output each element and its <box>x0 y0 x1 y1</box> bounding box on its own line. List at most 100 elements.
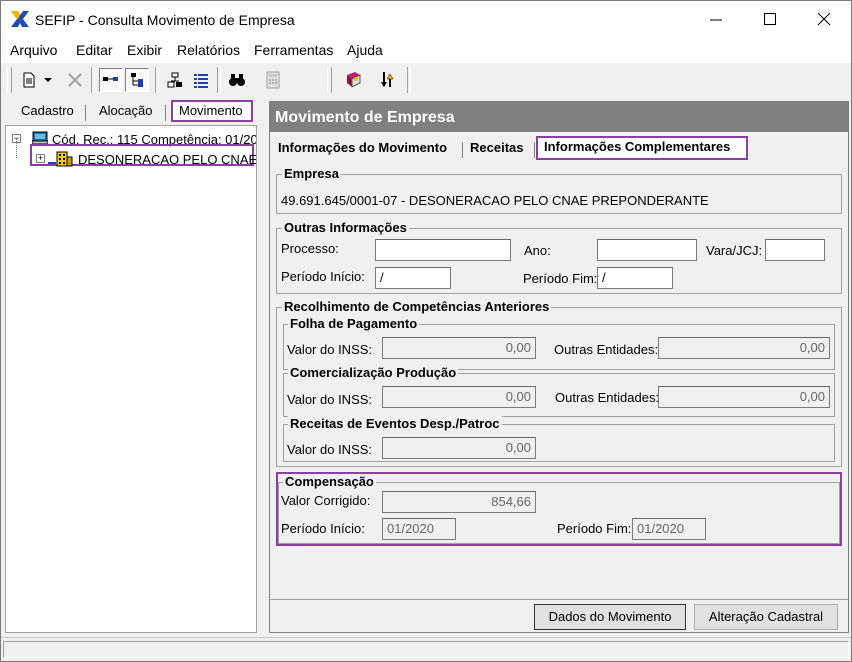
calculator-button[interactable] <box>261 68 285 92</box>
compensacao-group: Compensação Valor Corrigido: 854,66 Perí… <box>278 474 840 544</box>
book-icon <box>347 72 361 88</box>
outras-group-title: Outras Informações <box>282 220 409 235</box>
menu-relatorios[interactable]: Relatórios <box>177 42 240 58</box>
tree-node-label: DESONERACAO PELO CNAE <box>78 152 257 167</box>
tab-receitas[interactable]: Receitas <box>470 140 523 155</box>
new-dropdown-button[interactable] <box>41 68 55 92</box>
compensacao-inicio-field[interactable]: 01/2020 <box>382 518 456 540</box>
toolbar-separator <box>91 67 95 93</box>
menu-exibir[interactable]: Exibir <box>127 42 162 58</box>
dropdown-arrow-icon <box>44 78 52 82</box>
status-panel <box>3 641 849 658</box>
toolbar-separator <box>217 67 221 93</box>
tree-expand-icon <box>131 73 143 87</box>
book-button[interactable] <box>341 68 365 92</box>
folha-outras-field[interactable]: 0,00 <box>658 337 830 359</box>
menu-ferramentas[interactable]: Ferramentas <box>254 42 333 58</box>
sefip-logo-icon <box>10 10 30 31</box>
tree-line <box>16 138 18 158</box>
dados-movimento-button[interactable]: Dados do Movimento <box>534 604 686 630</box>
comercializacao-group-title: Comercialização Produção <box>288 365 459 380</box>
title-bar: SEFIP - Consulta Movimento de Empresa <box>1 1 851 37</box>
periodo-inicio-field[interactable]: / <box>375 267 451 289</box>
valor-corrigido-label: Valor Corrigido: <box>281 493 371 508</box>
import-export-button[interactable] <box>375 68 399 92</box>
close-icon <box>817 12 831 26</box>
menu-bar: Arquivo Editar Exibir Relatórios Ferrame… <box>1 37 851 63</box>
tab-informacoes-complementares[interactable]: Informações Complementares <box>544 139 730 154</box>
maximize-button[interactable] <box>747 1 793 37</box>
folha-outras-label: Outras Entidades: <box>554 342 659 357</box>
empresa-group-title: Empresa <box>282 166 341 181</box>
toolbar-grip <box>7 67 12 93</box>
status-bar <box>1 637 851 661</box>
receitas-eventos-inss-field[interactable]: 0,00 <box>382 437 536 459</box>
receitas-eventos-group-title: Receitas de Eventos Desp./Patroc <box>288 416 502 431</box>
tree-view-icon <box>103 77 118 81</box>
panel-tabs: Informações do Movimento Receitas Inform… <box>270 132 848 160</box>
empresa-value: 49.691.645/0001-07 - DESONERACAO PELO CN… <box>281 193 709 208</box>
close-button[interactable] <box>801 1 847 37</box>
search-button[interactable] <box>225 68 249 92</box>
tab-movimento[interactable]: Movimento <box>179 103 243 118</box>
tree-view-button[interactable] <box>99 68 123 92</box>
comercializacao-outras-label: Outras Entidades: <box>555 390 660 405</box>
new-document-icon <box>23 72 35 88</box>
tab-divider <box>534 142 535 158</box>
compensacao-fim-field[interactable]: 01/2020 <box>632 518 706 540</box>
comercializacao-inss-field[interactable]: 0,00 <box>382 386 536 408</box>
building-icon <box>48 151 74 170</box>
tab-divider <box>462 142 463 158</box>
comercializacao-outras-field[interactable]: 0,00 <box>658 386 830 408</box>
new-document-button[interactable] <box>17 68 41 92</box>
maximize-icon <box>764 13 776 25</box>
toolbar-grip <box>327 67 332 93</box>
delete-button[interactable] <box>63 68 87 92</box>
alteracao-cadastral-button[interactable]: Alteração Cadastral <box>694 604 838 630</box>
tab-alocacao[interactable]: Alocação <box>99 103 152 118</box>
periodo-fim-label: Período Fim: <box>523 271 598 286</box>
tab-divider <box>85 105 86 121</box>
vara-field[interactable] <box>765 239 825 261</box>
valor-corrigido-field[interactable]: 854,66 <box>382 491 536 513</box>
binoculars-search-icon <box>229 74 245 86</box>
list-icon <box>194 74 208 88</box>
folha-inss-field[interactable]: 0,00 <box>382 337 536 359</box>
menu-ajuda[interactable]: Ajuda <box>347 42 383 58</box>
receitas-eventos-group: Receitas de Eventos Desp./Patroc Valor d… <box>283 416 835 462</box>
tab-cadastro[interactable]: Cadastro <box>21 103 74 118</box>
left-tabs: Cadastro Alocação Movimento <box>5 99 257 125</box>
empresa-group: Empresa 49.691.645/0001-07 - DESONERACAO… <box>276 166 842 214</box>
hierarchy-icon <box>167 72 182 88</box>
ano-field[interactable] <box>597 239 697 261</box>
expand-icon[interactable]: + <box>36 154 45 163</box>
button-bar: Dados do Movimento Alteração Cadastral <box>270 599 848 634</box>
recolhimento-group-title: Recolhimento de Competências Anteriores <box>282 299 552 314</box>
compensacao-group-title: Compensação <box>283 474 376 489</box>
hierarchy-button[interactable] <box>163 68 187 92</box>
ano-label: Ano: <box>524 243 551 258</box>
periodo-fim-field[interactable]: / <box>597 267 673 289</box>
list-button[interactable] <box>189 68 213 92</box>
periodo-inicio-label: Período Início: <box>281 269 365 284</box>
tree-expand-button[interactable] <box>125 68 149 92</box>
panel-header: Movimento de Empresa <box>270 102 848 132</box>
toolbar-separator <box>407 67 411 93</box>
compensacao-inicio-label: Período Início: <box>281 521 365 536</box>
tree-view[interactable]: − Cód. Rec.: 115 Competência: 01/2020 + … <box>5 125 257 633</box>
minimize-button[interactable] <box>693 1 739 37</box>
delete-x-icon <box>68 73 82 87</box>
minimize-icon <box>710 19 722 21</box>
tab-informacoes-movimento[interactable]: Informações do Movimento <box>278 140 447 155</box>
folha-inss-label: Valor do INSS: <box>287 342 373 357</box>
calculator-icon <box>266 71 280 89</box>
menu-arquivo[interactable]: Arquivo <box>10 42 57 58</box>
menu-editar[interactable]: Editar <box>76 42 113 58</box>
processo-field[interactable] <box>375 239 511 261</box>
import-export-icon <box>381 72 394 87</box>
application-window: SEFIP - Consulta Movimento de Empresa Ar… <box>0 0 852 662</box>
processo-label: Processo: <box>281 241 339 256</box>
comercializacao-group: Comercialização Produção Valor do INSS: … <box>283 365 835 417</box>
outras-informacoes-group: Outras Informações Processo: Ano: Vara/J… <box>276 220 842 294</box>
vara-label: Vara/JCJ: <box>706 243 763 258</box>
